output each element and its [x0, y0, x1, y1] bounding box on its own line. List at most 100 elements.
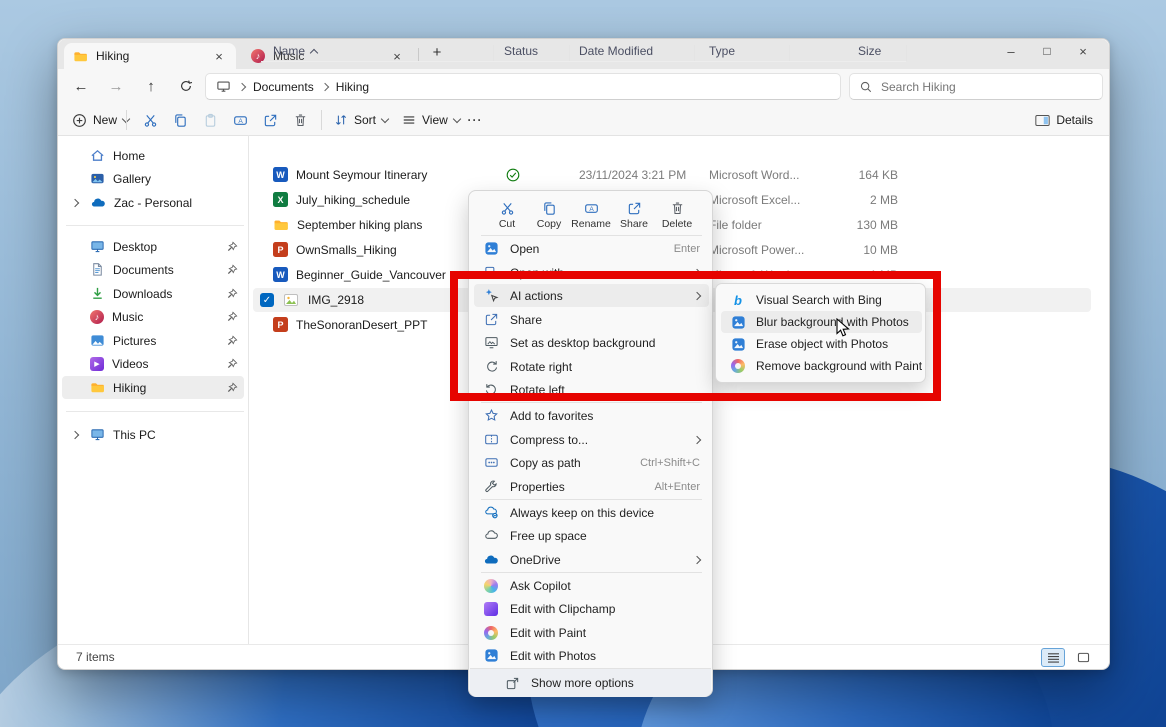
menu-item-copy-as-path[interactable]: Copy as path Ctrl+Shift+C — [474, 451, 709, 474]
menu-item-show-more-options[interactable]: Show more options — [470, 668, 711, 697]
expand-chevron-icon[interactable] — [71, 198, 79, 206]
menu-item-edit-with-paint[interactable]: Edit with Paint — [474, 621, 709, 644]
search-box[interactable] — [849, 73, 1103, 100]
column-header-size[interactable]: Size — [858, 44, 881, 58]
menu-item-add-to-favorites[interactable]: Add to favorites — [474, 404, 709, 427]
cut-button[interactable] — [136, 107, 164, 133]
tab-music[interactable]: ♪ Music × — [242, 43, 414, 69]
menu-item-label: Compress to... — [510, 433, 588, 447]
copy-button[interactable] — [166, 107, 194, 133]
sidebar-item-videos[interactable]: ▶ Videos — [62, 352, 244, 375]
file-row[interactable]: X July_hiking_schedule — [273, 192, 410, 207]
file-row[interactable]: P TheSonoranDesert_PPT — [273, 317, 427, 332]
file-name: IMG_2918 — [308, 293, 364, 307]
rename-menu-button[interactable]: A Rename — [572, 197, 610, 233]
column-header-date-modified[interactable]: Date Modified — [579, 44, 653, 58]
sidebar-item-desktop[interactable]: Desktop — [62, 235, 244, 258]
rename-button[interactable]: A — [226, 107, 254, 133]
file-size: 164 KB — [818, 168, 898, 182]
delete-button[interactable] — [286, 107, 314, 133]
sidebar-item-label: Gallery — [113, 172, 151, 186]
tab-hiking[interactable]: Hiking × — [64, 43, 236, 69]
file-type: File folder — [709, 218, 762, 232]
file-name: July_hiking_schedule — [296, 193, 410, 207]
context-menu: Cut Copy A Rename Share Delete Open Ente… — [468, 190, 713, 697]
tab-close-icon[interactable]: × — [211, 49, 227, 64]
menu-shortcut: Ctrl+Shift+C — [640, 457, 700, 469]
breadcrumb-item-hiking[interactable]: Hiking — [336, 80, 369, 94]
more-options-button[interactable]: ··· — [462, 107, 488, 133]
delete-menu-button[interactable]: Delete — [658, 197, 696, 233]
expand-chevron-icon[interactable] — [71, 430, 79, 438]
delete-icon — [293, 113, 308, 128]
back-button[interactable]: ← — [68, 73, 94, 99]
sidebar-item-onedrive-personal[interactable]: Zac - Personal — [62, 191, 244, 214]
pin-icon — [226, 311, 238, 323]
column-header-name[interactable]: Name — [273, 44, 317, 58]
menu-item-ask-copilot[interactable]: Ask Copilot — [474, 574, 709, 597]
menu-item-onedrive[interactable]: OneDrive — [474, 548, 709, 571]
file-row[interactable]: P OwnSmalls_Hiking — [273, 242, 397, 257]
gallery-icon — [90, 171, 105, 186]
file-row[interactable]: W Beginner_Guide_Vancouver — [273, 267, 446, 282]
maximize-button[interactable]: □ — [1033, 44, 1061, 58]
breadcrumb[interactable]: Documents Hiking — [205, 73, 841, 100]
menu-item-open[interactable]: Open Enter — [474, 237, 709, 260]
forward-button[interactable]: → — [103, 73, 129, 99]
sidebar-item-label: Pictures — [113, 334, 156, 348]
file-row[interactable]: W Mount Seymour Itinerary — [273, 167, 427, 182]
sidebar-item-this-pc[interactable]: This PC — [62, 423, 244, 446]
command-label: Copy — [537, 218, 562, 230]
sidebar-item-pictures[interactable]: Pictures — [62, 329, 244, 352]
thumbnail-view-toggle[interactable] — [1071, 648, 1095, 667]
column-header-label: Size — [858, 44, 881, 58]
menu-item-properties[interactable]: Properties Alt+Enter — [474, 475, 709, 498]
menu-item-compress-to[interactable]: Compress to... — [474, 428, 709, 451]
menu-item-edit-with-photos[interactable]: Edit with Photos — [474, 644, 709, 667]
compress-icon — [483, 432, 499, 448]
sidebar-item-home[interactable]: Home — [62, 144, 244, 167]
paste-button[interactable] — [196, 107, 224, 133]
sidebar-item-gallery[interactable]: Gallery — [62, 167, 244, 190]
new-button[interactable]: New — [68, 107, 133, 133]
file-name: Beginner_Guide_Vancouver — [296, 268, 446, 282]
share-menu-button[interactable]: Share — [615, 197, 653, 233]
file-name: TheSonoranDesert_PPT — [296, 318, 427, 332]
refresh-button[interactable] — [173, 73, 199, 99]
new-tab-button[interactable]: + — [426, 44, 448, 61]
column-divider — [789, 45, 790, 61]
menu-item-edit-with-clipchamp[interactable]: Edit with Clipchamp — [474, 597, 709, 620]
details-pane-button[interactable]: Details — [1031, 107, 1097, 133]
sidebar-item-hiking[interactable]: Hiking — [62, 376, 244, 399]
details-pane-icon — [1035, 114, 1050, 127]
sort-button[interactable]: Sort — [330, 107, 392, 133]
sidebar-item-documents[interactable]: Documents — [62, 258, 244, 281]
details-view-toggle[interactable] — [1041, 648, 1065, 667]
column-header-type[interactable]: Type — [709, 44, 735, 58]
sidebar-item-downloads[interactable]: Downloads — [62, 282, 244, 305]
menu-item-label: Show more options — [531, 676, 634, 690]
copy-menu-button[interactable]: Copy — [530, 197, 568, 233]
menu-separator — [481, 572, 702, 573]
file-row[interactable]: September hiking plans — [273, 217, 422, 233]
up-button[interactable]: ↑ — [138, 73, 164, 99]
pin-icon — [226, 358, 238, 370]
chevron-down-icon — [381, 114, 389, 122]
menu-item-free-up-space[interactable]: Free up space — [474, 524, 709, 547]
search-input[interactable] — [881, 80, 1081, 94]
item-count: 7 items — [76, 650, 115, 664]
view-button[interactable]: View — [398, 107, 464, 133]
sidebar-item-music[interactable]: ♪ Music — [62, 305, 244, 328]
minimize-button[interactable]: – — [997, 44, 1025, 59]
cut-menu-button[interactable]: Cut — [488, 197, 526, 233]
menu-item-label: Ask Copilot — [510, 579, 571, 593]
share-button[interactable] — [256, 107, 284, 133]
file-size: 130 MB — [818, 218, 898, 232]
toolbar-divider — [58, 135, 1109, 136]
menu-item-always-keep-on-device[interactable]: Always keep on this device — [474, 501, 709, 524]
breadcrumb-item-documents[interactable]: Documents — [253, 80, 314, 94]
menu-item-label: OneDrive — [510, 553, 561, 567]
selected-checkbox[interactable]: ✓ — [260, 293, 274, 307]
column-header-status[interactable]: Status — [504, 44, 538, 58]
close-button[interactable]: × — [1069, 44, 1097, 59]
